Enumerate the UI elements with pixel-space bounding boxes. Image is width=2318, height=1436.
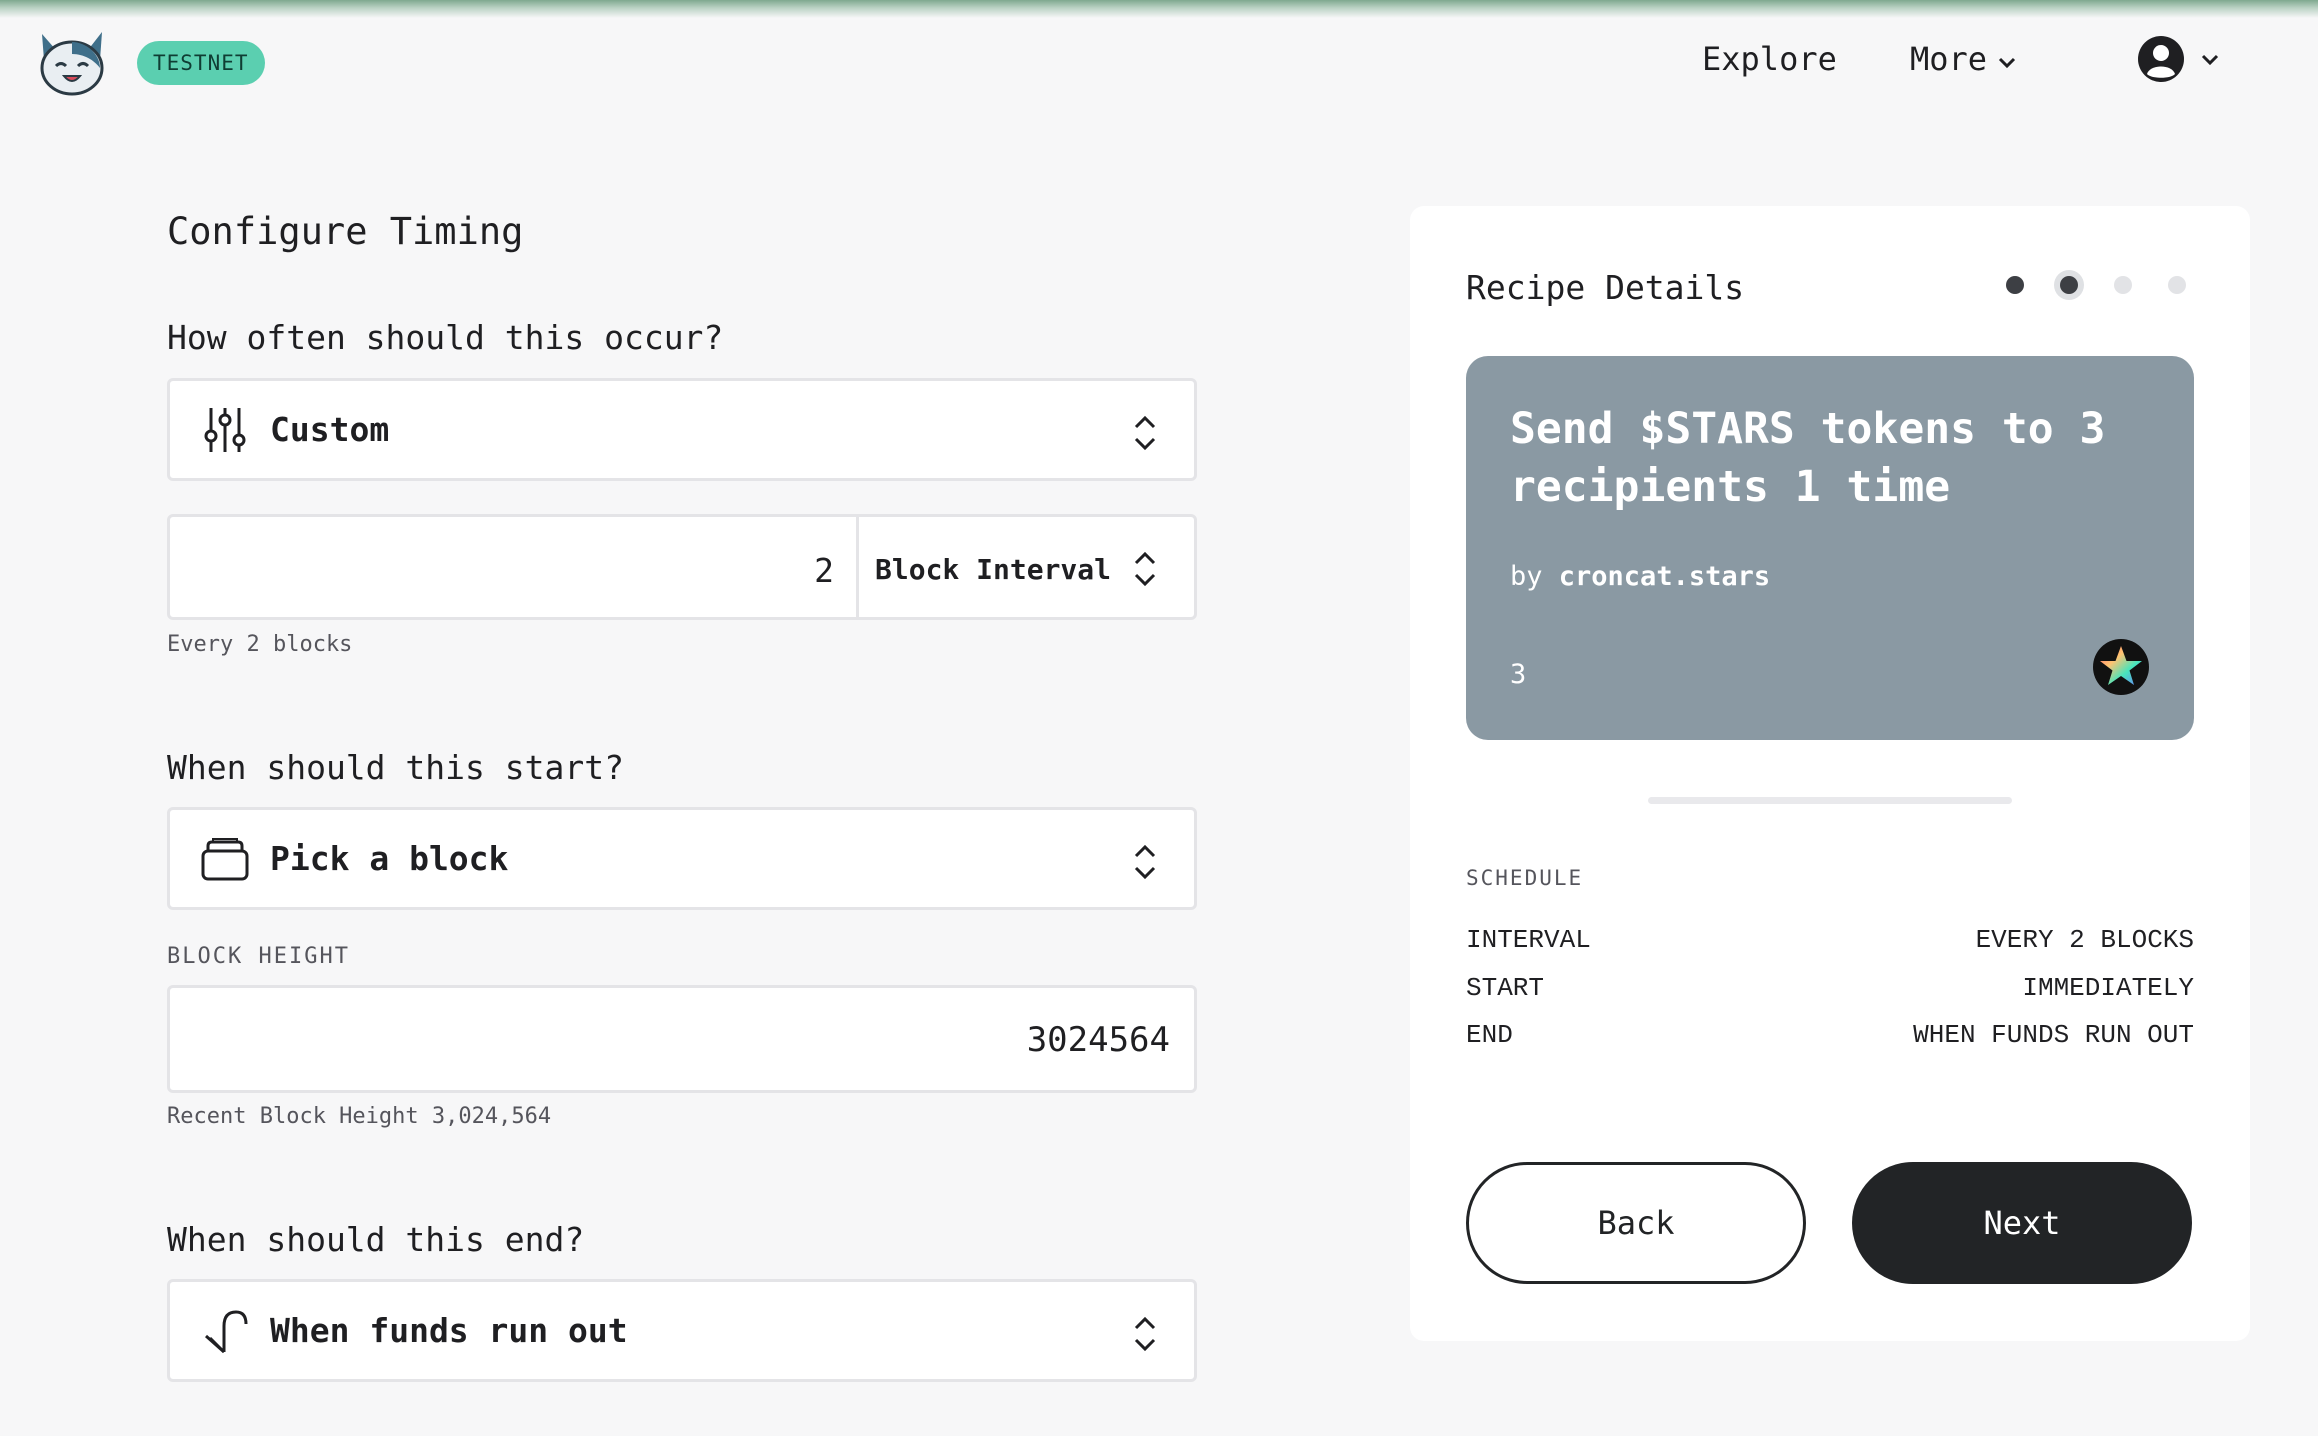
recipe-author-name: croncat.stars: [1558, 561, 1771, 592]
step-dot: [2168, 276, 2186, 294]
start-selected: Pick a block: [270, 839, 509, 878]
chevron-up-down-icon: [1132, 549, 1158, 593]
start-select[interactable]: Pick a block: [167, 807, 1197, 910]
schedule-row-end: END WHEN FUNDS RUN OUT: [1466, 1020, 2194, 1050]
nav-explore-link[interactable]: Explore: [1702, 40, 1837, 78]
recipe-count: 3: [1510, 659, 1527, 690]
user-avatar-icon: [2136, 34, 2186, 88]
end-select[interactable]: When funds run out: [167, 1279, 1197, 1382]
sliders-icon: [198, 403, 252, 457]
block-height-field[interactable]: [167, 985, 1197, 1093]
step-dot: [2114, 276, 2132, 294]
chevron-up-down-icon: [1132, 842, 1158, 886]
divider: [856, 517, 859, 617]
frequency-select[interactable]: Custom: [167, 378, 1197, 481]
frequency-question: How often should this occur?: [167, 318, 724, 357]
schedule-row-start: START IMMEDIATELY: [1466, 973, 2194, 1003]
schedule-label: END: [1466, 1020, 1513, 1050]
chevron-up-down-icon: [1132, 1314, 1158, 1358]
stars-token-icon: [2092, 638, 2150, 696]
block-height-help-text: Recent Block Height 3,024,564: [167, 1104, 552, 1129]
schedule-value: WHEN FUNDS RUN OUT: [1913, 1020, 2194, 1050]
schedule-value: EVERY 2 BLOCKS: [1975, 925, 2194, 955]
block-height-input[interactable]: [568, 1010, 1172, 1070]
frequency-selected: Custom: [270, 410, 390, 449]
step-dot-active: [2060, 276, 2078, 294]
nav-more-menu[interactable]: More: [1910, 40, 2017, 78]
step-indicator: [2006, 276, 2186, 294]
recipe-details-heading: Recipe Details: [1466, 268, 1745, 307]
network-badge: TESTNET: [137, 41, 265, 85]
chevron-up-down-icon: [1132, 413, 1158, 457]
schedule-heading: SCHEDULE: [1466, 866, 1584, 890]
chevron-down-icon: [1997, 40, 2017, 78]
frequency-help-text: Every 2 blocks: [167, 632, 353, 657]
interval-value-input[interactable]: 2: [814, 551, 834, 590]
block-stack-icon: [198, 832, 252, 886]
chevron-down-icon: [2200, 52, 2220, 71]
account-menu[interactable]: [2136, 34, 2220, 88]
step-dot: [2006, 276, 2024, 294]
schedule-row-interval: INTERVAL EVERY 2 BLOCKS: [1466, 925, 2194, 955]
interval-field[interactable]: 2 Block Interval: [167, 514, 1197, 620]
carousel-scrollbar[interactable]: [1648, 797, 2012, 804]
back-button[interactable]: Back: [1466, 1162, 1806, 1284]
recipe-author: by croncat.stars: [1510, 561, 1770, 592]
cat-logo-icon[interactable]: [34, 24, 110, 100]
interval-unit-select[interactable]: Block Interval: [875, 553, 1111, 586]
top-gradient-bar: [0, 0, 2318, 18]
recipe-name: Send $STARS tokens to 3 recipients 1 tim…: [1510, 404, 2106, 512]
block-height-label: BLOCK HEIGHT: [167, 944, 350, 969]
recipe-by-prefix: by: [1510, 561, 1543, 592]
return-arrow-icon: [198, 1304, 252, 1358]
schedule-label: INTERVAL: [1466, 925, 1591, 955]
start-question: When should this start?: [167, 748, 624, 787]
end-selected: When funds run out: [270, 1311, 628, 1350]
page-title: Configure Timing: [167, 210, 524, 253]
end-question: When should this end?: [167, 1220, 585, 1259]
schedule-value: IMMEDIATELY: [2022, 973, 2194, 1003]
schedule-label: START: [1466, 973, 1545, 1003]
next-button[interactable]: Next: [1852, 1162, 2192, 1284]
recipe-card[interactable]: Send $STARS tokens to 3 recipients 1 tim…: [1466, 356, 2194, 740]
nav-more-label: More: [1910, 40, 1988, 78]
